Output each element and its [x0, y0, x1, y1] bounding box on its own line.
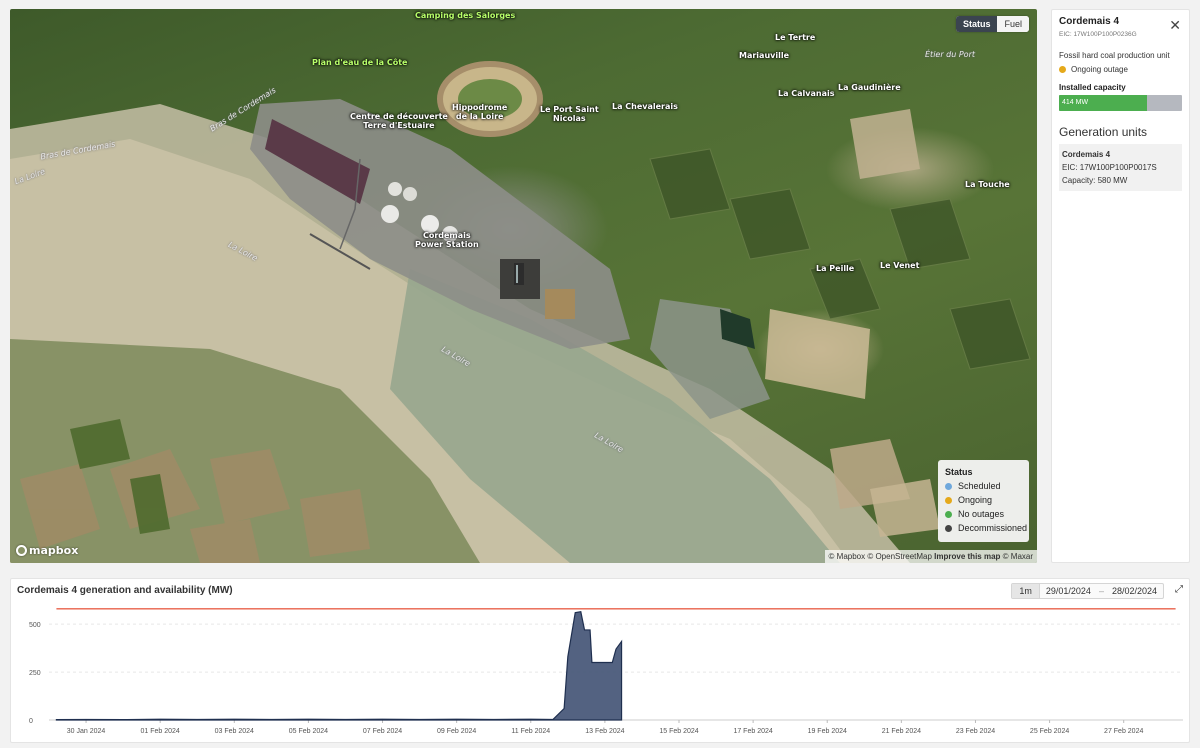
x-tick-label: 07 Feb 2024 [363, 728, 402, 735]
map-attribution: © Mapbox © OpenStreetMap Improve this ma… [824, 550, 1037, 563]
generation-units-title: Generation units [1059, 125, 1148, 139]
map-label-port-saint-nicolas: Le Port Saint Nicolas [540, 105, 599, 123]
legend-dot-icon [945, 482, 952, 490]
x-tick-label: 03 Feb 2024 [215, 728, 254, 735]
x-tick-label: 09 Feb 2024 [437, 728, 476, 735]
generation-unit-name: Cordemais 4 [1062, 150, 1111, 159]
legend-label: Scheduled [958, 481, 1001, 491]
outage-status: Ongoing outage [1059, 65, 1182, 74]
map-label-la-peille: La Peille [816, 264, 855, 273]
legend-item-no-outages: No outages [945, 509, 1022, 519]
improve-map-link[interactable]: Improve this map [934, 552, 1000, 561]
unit-title: Cordemais 4 [1059, 16, 1120, 27]
x-tick-label: 13 Feb 2024 [585, 728, 624, 735]
map-label-chevalerais: La Chevalerais [612, 102, 678, 111]
legend-label: Ongoing [958, 495, 993, 505]
map-label-gaudiniere: La Gaudinière [838, 83, 901, 92]
mapbox-logo-text: mapbox [29, 544, 79, 557]
legend-dot-icon [945, 510, 952, 518]
map-label-etier: Étier du Port [925, 50, 976, 59]
status-legend: Status Scheduled Ongoing No outages Deco… [938, 460, 1029, 542]
unit-details-panel: Cordemais 4 ✕ EIC: 17W100P100P0236G Foss… [1051, 9, 1190, 563]
installed-capacity-value: 414 MW [1062, 99, 1089, 106]
map-label-calvanais: La Calvanais [778, 89, 835, 98]
status-toggle-button[interactable]: Status [955, 16, 998, 32]
installed-capacity-bar: 414 MW [1059, 95, 1182, 111]
installed-capacity-label: Installed capacity [1059, 83, 1126, 92]
close-icon[interactable]: ✕ [1169, 18, 1181, 32]
legend-dot-icon [945, 524, 952, 532]
expand-icon[interactable]: ⤢ [1175, 584, 1183, 595]
x-tick-label: 27 Feb 2024 [1104, 728, 1143, 735]
x-tick-label: 15 Feb 2024 [659, 728, 698, 735]
chart-title: Cordemais 4 generation and availability … [17, 585, 233, 596]
legend-dot-icon [945, 496, 952, 504]
status-fuel-toggle[interactable]: Status Fuel [955, 16, 1029, 32]
generation-unit-card[interactable]: Cordemais 4 EIC: 17W100P100P0017S Capaci… [1059, 144, 1182, 191]
outage-status-label: Ongoing outage [1071, 65, 1128, 74]
attribution-mapbox-link[interactable]: © Mapbox [829, 552, 866, 561]
generation-chart[interactable]: 0 250 500 30 Jan 2024 01 Feb 2024 03 Feb 2024… [11, 579, 1191, 744]
x-tick-label: 23 Feb 2024 [956, 728, 995, 735]
map-label-la-touche: La Touche [965, 180, 1010, 189]
map-label-le-tertre: Le Tertre [775, 33, 816, 42]
generation-chart-panel: 0 250 500 30 Jan 2024 01 Feb 2024 03 Feb 2024… [10, 578, 1190, 743]
date-range-separator: – [1098, 586, 1104, 596]
status-dot-icon [1059, 66, 1066, 73]
x-tick-label: 21 Feb 2024 [882, 728, 921, 735]
x-tick-label: 17 Feb 2024 [733, 728, 772, 735]
date-range-selector: 1m 29/01/2024 – 28/02/2024 [1011, 583, 1164, 599]
generation-area-series [55, 611, 623, 721]
power-station-marker-icon[interactable] [510, 259, 530, 289]
attribution-osm-link[interactable]: © OpenStreetMap [867, 552, 932, 561]
map-label-cordemais-power-station: Cordemais Power Station [415, 231, 479, 249]
generation-unit-eic: EIC: 17W100P100P0017S [1062, 163, 1157, 172]
x-tick-label: 11 Feb 2024 [511, 728, 550, 735]
map-label-centre: Centre de découverte Terre d'Estuaire [350, 112, 448, 130]
legend-label: No outages [958, 509, 1005, 519]
unit-eic: EIC: 17W100P100P0236G [1059, 31, 1137, 38]
map-label-le-venet: Le Venet [880, 261, 920, 270]
map-label-hippodrome: Hippodrome de la Loire [452, 103, 508, 121]
map-label-plan-eau: Plan d'eau de la Côte [312, 58, 408, 67]
legend-title: Status [945, 467, 973, 477]
map-label-camping: Camping des Salorges [415, 11, 516, 20]
legend-item-scheduled: Scheduled [945, 481, 1022, 491]
map-label-mariauville: Mariauville [739, 51, 790, 60]
legend-label: Decommissioned [958, 523, 1028, 533]
y-tick-label: 0 [29, 718, 33, 725]
generation-unit-capacity: Capacity: 580 MW [1062, 176, 1128, 185]
map-view[interactable]: Camping des Salorges Plan d'eau de la Cô… [10, 9, 1037, 563]
date-from-input[interactable]: 29/01/2024 [1040, 584, 1097, 598]
x-tick-label: 19 Feb 2024 [808, 728, 847, 735]
range-1m-button[interactable]: 1m [1012, 584, 1040, 598]
mapbox-logo[interactable]: mapbox [16, 544, 78, 557]
x-tick-label: 05 Feb 2024 [289, 728, 328, 735]
x-tick-label: 25 Feb 2024 [1030, 728, 1069, 735]
x-tick-label: 01 Feb 2024 [141, 728, 180, 735]
x-tick-label: 30 Jan 2024 [67, 728, 106, 735]
date-to-input[interactable]: 28/02/2024 [1106, 584, 1163, 598]
legend-item-decommissioned: Decommissioned [945, 523, 1027, 533]
mapbox-logo-icon [16, 545, 27, 556]
legend-item-ongoing: Ongoing [945, 495, 1022, 505]
y-tick-label: 250 [29, 670, 41, 677]
y-tick-label: 500 [29, 622, 41, 629]
attribution-maxar-link[interactable]: © Maxar [1003, 552, 1033, 561]
fuel-type: Fossil hard coal production unit [1059, 51, 1170, 60]
fuel-toggle-button[interactable]: Fuel [997, 16, 1029, 32]
